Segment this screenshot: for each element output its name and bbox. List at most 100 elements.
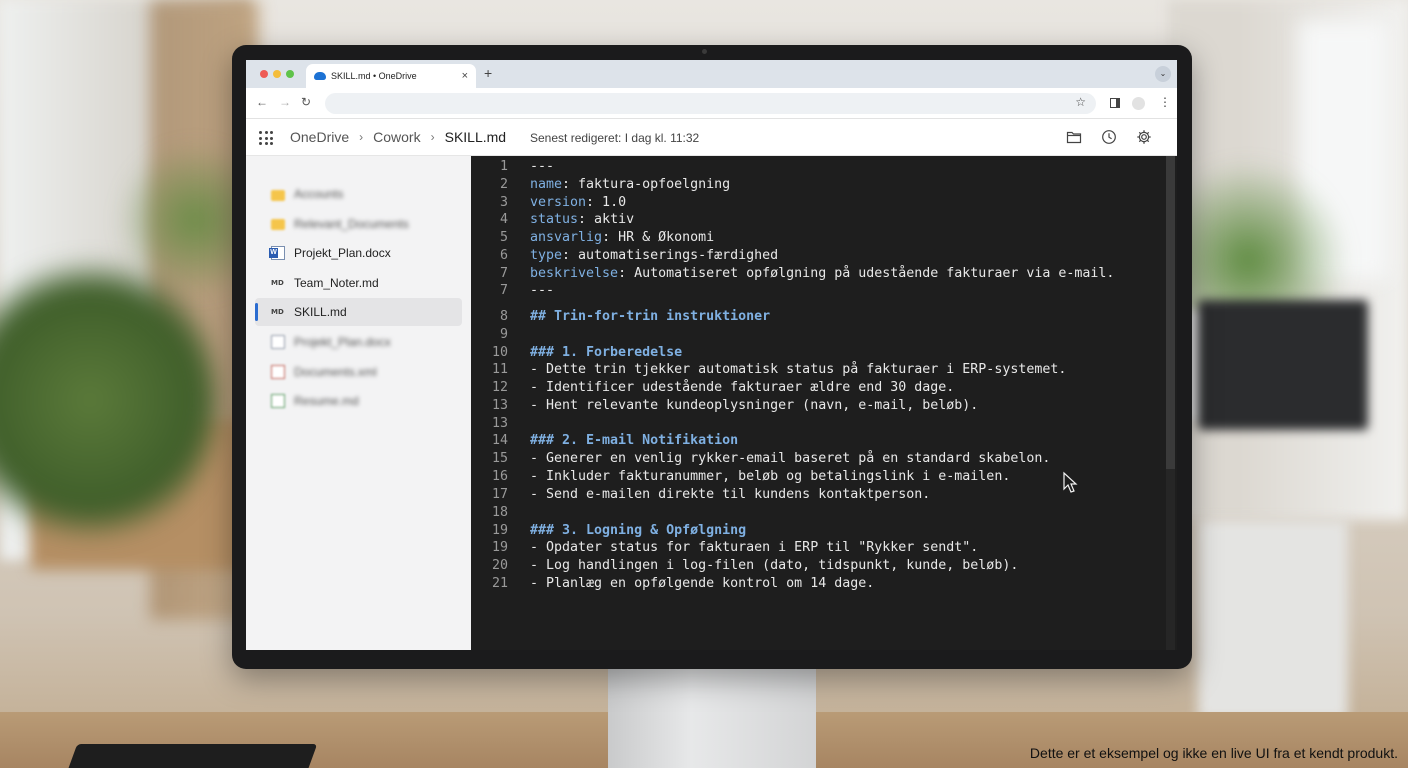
folder-icon — [271, 189, 285, 201]
file-name: Accounts — [294, 187, 344, 201]
side-panel-icon[interactable] — [1110, 98, 1120, 108]
code-text: - Identificer udestående fakturaer ældre… — [530, 380, 955, 395]
code-text: version: 1.0 — [530, 194, 626, 212]
code-text: --- — [530, 159, 555, 174]
bookmark-star-icon[interactable]: ☆ — [1075, 95, 1086, 109]
profile-avatar[interactable] — [1132, 97, 1145, 110]
reload-button[interactable]: ↻ — [301, 95, 311, 109]
line-number: 12 — [491, 380, 508, 395]
line-number: 17 — [491, 487, 508, 502]
new-tab-button[interactable]: + — [484, 65, 492, 81]
file-name: Relevant_Documents — [294, 216, 409, 231]
app-header: OneDrive › Cowork › SKILL.md Senest redi… — [246, 119, 1177, 156]
yaml-value: : automatiserings-færdighed — [562, 248, 779, 263]
back-button[interactable]: ← — [256, 95, 268, 109]
chevron-right-icon: › — [359, 130, 364, 144]
line-number: 14 — [491, 433, 508, 448]
resume-icon — [271, 394, 285, 409]
yaml-value: : 1.0 — [586, 195, 627, 210]
app-launcher-icon[interactable] — [259, 131, 273, 145]
sidebar-file-item[interactable]: Documents.xml — [255, 358, 462, 386]
line-number: 9 — [499, 327, 508, 342]
close-window-button[interactable] — [260, 70, 268, 78]
yaml-value: : faktura-opfoelgning — [562, 177, 731, 192]
chevron-right-icon: › — [430, 130, 435, 144]
sidebar-file-item[interactable]: MD SKILL.md — [255, 298, 462, 327]
xml-icon — [271, 364, 285, 379]
line-number: 21 — [491, 576, 508, 591]
file-name: Team_Noter.md — [294, 275, 379, 290]
sidebar-file-item[interactable]: Projekt_Plan.docx — [255, 328, 462, 356]
code-text: status: aktiv — [530, 211, 634, 229]
mouse-pointer-icon — [1063, 471, 1078, 493]
line-number: 13 — [491, 398, 508, 413]
code-text: ansvarlig: HR & Økonomi — [530, 229, 714, 247]
code-text: - Generer en venlig rykker-email baseret… — [530, 451, 1051, 466]
breadcrumb-onedrive[interactable]: OneDrive — [290, 129, 349, 145]
yaml-value: : HR & Økonomi — [602, 230, 715, 245]
minimize-window-button[interactable] — [273, 70, 281, 78]
browser-tab[interactable]: SKILL.md • OneDrive × — [306, 64, 476, 88]
folder-icon[interactable] — [1066, 129, 1082, 145]
line-number: 3 — [499, 195, 508, 210]
code-text: - Log handlingen i log-filen (dato, tids… — [530, 558, 1019, 573]
document-icon — [271, 335, 285, 349]
sidebar-file-item[interactable]: Relevant_Documents — [255, 210, 462, 238]
breadcrumb-current-file: SKILL.md — [444, 129, 507, 145]
disclaimer-caption: Dette er et eksempel og ikke en live UI … — [1029, 745, 1398, 761]
address-bar[interactable]: ☆ — [325, 93, 1096, 114]
markdown-heading: ### 3. Logning & Opfølgning — [530, 523, 747, 538]
file-sidebar: Accounts Relevant_Documents Projekt_Plan.d… — [246, 156, 471, 650]
markdown-heading: ### 1. Forberedelse — [530, 345, 683, 360]
markdown-editor[interactable]: 1 --- 2 name: faktura-opfoelgning 3 version: … — [471, 156, 1177, 650]
maximize-window-button[interactable] — [286, 70, 294, 78]
line-number: 6 — [499, 248, 508, 263]
tab-search-button[interactable]: ⌄ — [1155, 66, 1171, 82]
folder-icon — [271, 219, 285, 231]
yaml-key: status — [530, 212, 579, 227]
line-number: 11 — [491, 362, 508, 377]
line-number: 5 — [499, 230, 508, 245]
line-number: 15 — [491, 451, 508, 466]
file-name: SKILL.md — [294, 305, 347, 320]
line-number: 13 — [491, 416, 508, 431]
line-number: 7 — [499, 266, 508, 281]
code-text: - Inkluder fakturanummer, beløb og betal… — [530, 469, 1011, 484]
markdown-heading: ### 2. E-mail Notifikation — [530, 433, 739, 448]
file-name: Projekt_Plan.docx — [294, 335, 391, 349]
notebook — [62, 744, 318, 768]
yaml-key: name — [530, 177, 563, 192]
tab-close-icon[interactable]: × — [462, 70, 468, 82]
breadcrumb-cowork[interactable]: Cowork — [373, 129, 420, 145]
markdown-heading: ## Trin-for-trin instruktioner — [530, 309, 771, 324]
line-number: 19 — [491, 540, 508, 555]
browser-window: SKILL.md • OneDrive × + ⌄ ← → ↻ ☆ ⋮ OneD… — [246, 60, 1177, 650]
sidebar-file-item[interactable]: MD Team_Noter.md — [255, 269, 462, 297]
markdown-icon: MD — [271, 278, 284, 287]
code-text: - Send e-mailen direkte til kundens kont… — [530, 487, 931, 502]
scrollbar-thumb[interactable] — [1166, 156, 1175, 469]
onedrive-cloud-icon — [314, 72, 326, 80]
sidebar-file-item[interactable]: Projekt_Plan.docx — [255, 239, 462, 267]
editor-scrollbar[interactable] — [1166, 156, 1175, 650]
line-number: 18 — [491, 505, 508, 520]
line-number: 8 — [499, 309, 508, 324]
line-number: 4 — [499, 212, 508, 227]
yaml-value: : aktiv — [578, 212, 635, 227]
browser-menu-icon[interactable]: ⋮ — [1159, 95, 1171, 109]
code-text: --- — [530, 283, 555, 298]
sidebar-file-item[interactable]: Accounts — [255, 180, 462, 208]
code-text: name: faktura-opfoelgning — [530, 176, 730, 194]
sidebar-file-item[interactable]: Resume.md — [255, 387, 462, 415]
file-name: Documents.xml — [294, 364, 377, 379]
markdown-icon: MD — [271, 308, 284, 317]
settings-icon[interactable] — [1136, 129, 1152, 145]
monitor-stand — [608, 668, 816, 768]
last-edited-status: Senest redigeret: I dag kl. 11:32 — [530, 131, 700, 145]
code-text: - Dette trin tjekker automatisk status p… — [530, 362, 1067, 377]
line-number: 7 — [499, 283, 508, 298]
history-icon[interactable] — [1101, 129, 1117, 145]
yaml-key: type — [530, 248, 563, 263]
forward-button[interactable]: → — [279, 95, 291, 109]
yaml-key: ansvarlig — [530, 230, 603, 245]
